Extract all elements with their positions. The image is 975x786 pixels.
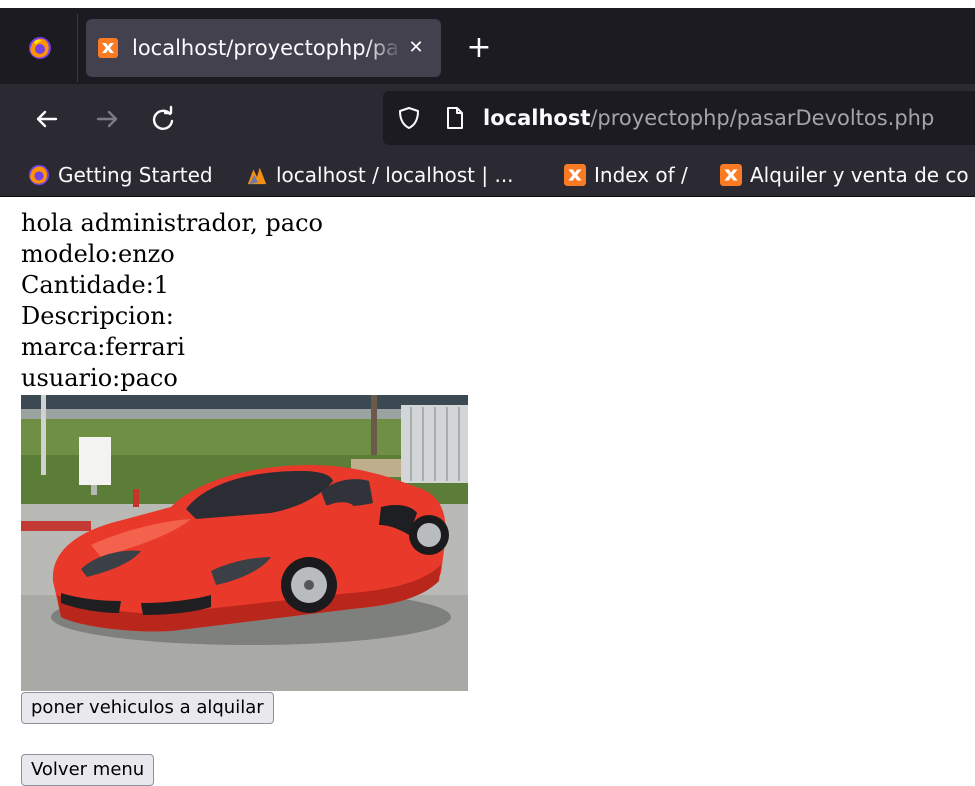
bookmark-label: Index of / xyxy=(594,163,688,187)
descripcion-text: Descripcion: xyxy=(21,302,174,330)
tab-title: localhost/proyectophp/pasarDevoltos.php xyxy=(132,36,397,60)
page-icon[interactable] xyxy=(445,106,465,130)
bookmarks-toolbar: Getting Started localhost / localhost | … xyxy=(0,154,975,197)
bookmark-label: Getting Started xyxy=(58,163,213,187)
bookmark-phpmyadmin[interactable]: localhost / localhost | ... xyxy=(246,160,514,190)
shield-icon[interactable] xyxy=(397,106,421,130)
firefox-menu-icon[interactable] xyxy=(28,36,52,60)
vehicle-info: hola administrador, paco modelo:enzo Can… xyxy=(21,208,323,394)
phpmyadmin-icon xyxy=(247,167,267,185)
xampp-icon xyxy=(564,164,586,186)
plus-icon[interactable]: + xyxy=(462,32,496,66)
back-to-menu-button[interactable]: Volver menu xyxy=(21,754,155,786)
vehicle-photo xyxy=(21,395,468,691)
url-bar[interactable]: localhost/proyectophp/pasarDevoltos.php xyxy=(383,91,975,145)
navigation-toolbar: localhost/proyectophp/pasarDevoltos.php xyxy=(0,84,975,154)
bookmark-label: Alquiler y venta de co xyxy=(750,163,969,187)
rent-vehicles-button[interactable]: poner vehiculos a alquilar xyxy=(21,692,274,724)
firefox-icon xyxy=(28,164,50,186)
window-top-edge xyxy=(0,0,975,8)
page-content: hola administrador, paco modelo:enzo Can… xyxy=(0,197,975,786)
url-host: localhost xyxy=(483,106,591,130)
url-text[interactable]: localhost/proyectophp/pasarDevoltos.php xyxy=(483,103,934,133)
bookmark-alquiler[interactable]: Alquiler y venta de co xyxy=(720,160,969,190)
tab-title-fade xyxy=(366,29,402,67)
tab-strip: localhost/proyectophp/pasarDevoltos.php … xyxy=(0,0,975,84)
greeting-text: hola administrador, paco xyxy=(21,209,323,237)
reload-icon[interactable] xyxy=(146,102,180,136)
bookmark-index-of[interactable]: Index of / xyxy=(564,160,688,190)
arrow-right-icon[interactable] xyxy=(90,102,124,136)
xampp-icon xyxy=(720,164,742,186)
modelo-text: modelo:enzo xyxy=(21,240,175,268)
cantidade-text: Cantidade:1 xyxy=(21,271,170,299)
tab-separator xyxy=(77,14,78,82)
bookmark-getting-started[interactable]: Getting Started xyxy=(28,160,213,190)
close-icon[interactable]: ✕ xyxy=(402,34,430,62)
xampp-icon xyxy=(98,38,118,58)
tab-active[interactable]: localhost/proyectophp/pasarDevoltos.php … xyxy=(86,19,441,77)
usuario-text: usuario:paco xyxy=(21,364,178,392)
bookmark-label: localhost / localhost | ... xyxy=(276,163,514,187)
arrow-left-icon[interactable] xyxy=(30,102,64,136)
marca-text: marca:ferrari xyxy=(21,333,185,361)
url-path: /proyectophp/pasarDevoltos.php xyxy=(590,106,935,130)
